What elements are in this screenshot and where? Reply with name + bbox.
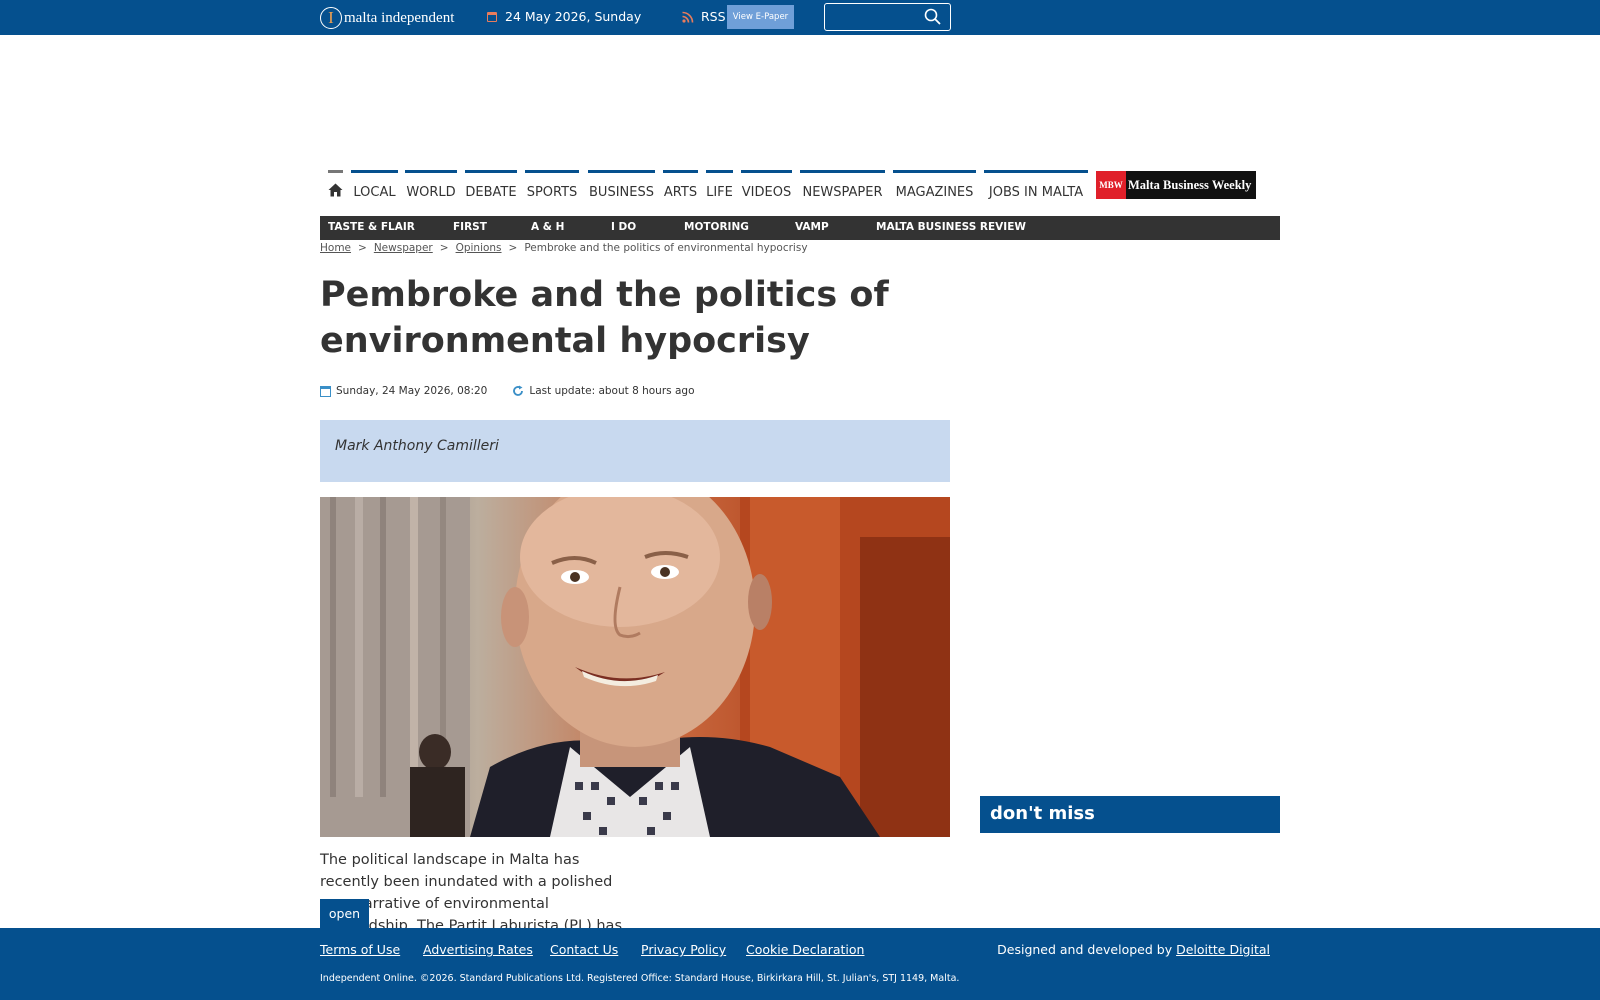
breadcrumb-home[interactable]: Home [320,242,351,254]
nav-magazines[interactable]: MAGAZINES [893,170,976,205]
home-icon [328,183,343,197]
search-input[interactable] [829,7,919,26]
footer-terms-of-use[interactable]: Terms of Use [320,942,400,957]
nav-jobs-in-malta[interactable]: JOBS IN MALTA [984,170,1088,205]
top-bar: I malta independent 24 May 2026, Sunday … [0,0,1600,35]
search-icon[interactable] [924,8,941,25]
header-date-text: 24 May 2026, Sunday [505,9,642,24]
nav-home[interactable] [328,170,343,205]
search-box [824,3,951,31]
malta-business-weekly-logo[interactable]: MBW Malta Business Weekly [1096,171,1256,199]
breadcrumb: Home > Newspaper > Opinions > Pembroke a… [320,242,808,254]
breadcrumb-current: Pembroke and the politics of environment… [524,242,808,254]
subnav-taste-flair[interactable]: TASTE & FLAIR [328,221,415,233]
nav-videos[interactable]: VIDEOS [741,170,792,205]
nav-debate[interactable]: DEBATE [465,170,517,205]
subnav-motoring[interactable]: MOTORING [684,221,749,233]
dont-miss-heading: don't miss [980,796,1280,833]
designed-by: Designed and developed by Deloitte Digit… [997,942,1270,957]
author-box: Mark Anthony Camilleri [320,420,950,482]
nav-business[interactable]: BUSINESS [588,170,655,205]
footer-advertising-rates[interactable]: Advertising Rates [423,942,533,957]
rss-label: RSS [701,9,726,24]
subnav-vamp[interactable]: VAMP [795,221,829,233]
mbw-mark: MBW [1096,171,1126,199]
footer-cookie-declaration[interactable]: Cookie Declaration [746,942,864,957]
author-photo-illustration [320,497,950,837]
breadcrumb-separator: > [358,242,367,254]
author-name[interactable]: Mark Anthony Camilleri [335,438,499,454]
nav-newspaper[interactable]: NEWSPAPER [800,170,885,205]
published-date: Sunday, 24 May 2026, 08:20 [336,385,488,397]
footer-privacy-policy[interactable]: Privacy Policy [641,942,726,957]
refresh-icon [513,385,524,396]
last-update: Last update: about 8 hours ago [529,385,695,397]
nav-world[interactable]: WORLD [405,170,457,205]
nav-sports[interactable]: SPORTS [525,170,579,205]
calendar-icon [487,11,497,22]
view-epaper-button[interactable]: View E-Paper [727,5,794,29]
header-date: 24 May 2026, Sunday [487,9,641,24]
breadcrumb-opinions[interactable]: Opinions [456,242,502,254]
site-logo[interactable]: I malta independent [320,7,454,29]
subnav-i-do[interactable]: I DO [611,221,636,233]
breadcrumb-newspaper[interactable]: Newspaper [374,242,433,254]
nav-local[interactable]: LOCAL [351,170,398,205]
deloitte-digital-link[interactable]: Deloitte Digital [1176,942,1270,957]
rss-icon [682,11,694,23]
article-title: Pembroke and the politics of environment… [320,275,889,361]
subnav-malta-business-review[interactable]: MALTA BUSINESS REVIEW [876,221,1026,233]
author-photo [320,497,950,837]
subnav-a-h[interactable]: A & H [531,221,564,233]
footer: Terms of Use Advertising Rates Contact U… [0,928,1600,1000]
copyright: Independent Online. ©2026. Standard Publ… [320,973,960,984]
sub-nav: TASTE & FLAIR FIRST A & H I DO MOTORING … [320,216,1280,240]
logo-text: malta independent [344,9,455,26]
calendar-icon [320,385,331,397]
mbw-text: Malta Business Weekly [1128,177,1252,192]
nav-arts[interactable]: ARTS [663,170,698,205]
nav-life[interactable]: LIFE [706,170,733,205]
breadcrumb-separator: > [439,242,449,254]
footer-contact-us[interactable]: Contact Us [550,942,618,957]
open-button[interactable]: open [320,899,369,928]
designed-by-label: Designed and developed by [997,942,1173,957]
article-meta: Sunday, 24 May 2026, 08:20 Last update: … [320,385,695,397]
rss-link[interactable]: RSS [682,9,726,24]
logo-mark: I [320,7,342,29]
subnav-first[interactable]: FIRST [453,221,487,233]
breadcrumb-separator: > [508,242,518,254]
